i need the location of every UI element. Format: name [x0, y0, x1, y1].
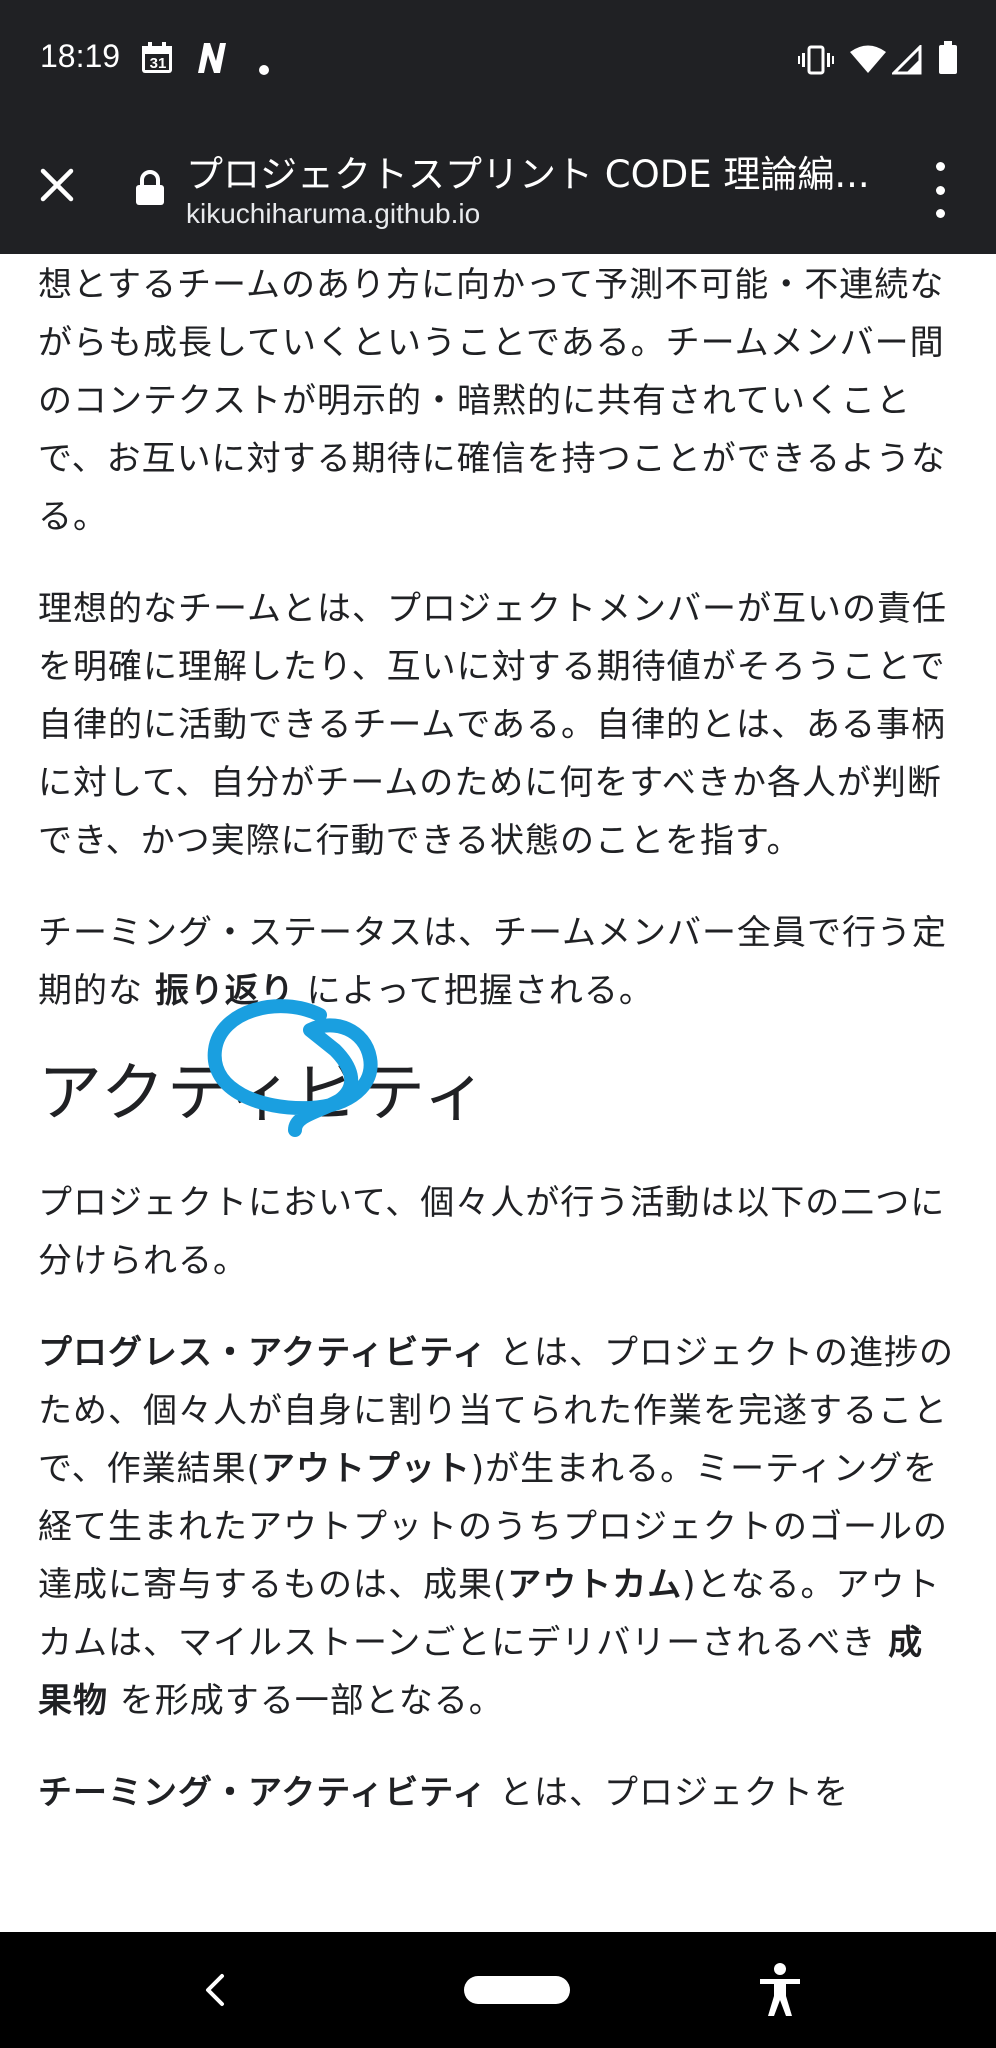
paragraph-4: プロジェクトにおいて、個々人が行う活動は以下の二つに分けられる。 [38, 1183, 946, 1281]
page-url[interactable]: kikuchiharuma.github.io [186, 198, 480, 230]
paragraph-6: チーミング・アクティビティ とは、プロジェクトを [38, 1764, 958, 1822]
screen: 18:19 31 プロジェクトスプリント CODE 理論編... kikuchi… [0, 0, 996, 2048]
back-icon[interactable] [196, 1968, 236, 2012]
paragraph-3: チーミング・ステータスは、チームメンバー全員で行う定期的な 振り返り によって把… [38, 904, 958, 1020]
vibrate-icon [798, 42, 834, 78]
outcome-term[interactable]: アウトカム [507, 1565, 682, 1605]
close-button[interactable] [32, 160, 82, 210]
furikaeri-link[interactable]: 振り返り [155, 971, 295, 1011]
home-pill-button[interactable] [464, 1976, 570, 2004]
wifi-icon [850, 42, 886, 78]
paragraph-5-text-d: を形成する一部となる。 [108, 1681, 504, 1721]
overflow-menu-button[interactable] [920, 162, 960, 218]
custom-tab-toolbar: プロジェクトスプリント CODE 理論編... kikuchiharuma.gi… [0, 120, 996, 254]
section-heading-activity: アクティビティ [38, 1057, 490, 1131]
calendar-day: 31 [149, 55, 167, 72]
paragraph-6-text-a: とは、プロジェクトを [487, 1773, 850, 1813]
signal-icon [892, 42, 922, 78]
paragraph-1: 想とするチームのあり方に向かって予測不可能・不連続ながらも成長していくということ… [38, 265, 946, 537]
paragraph-5: プログレス・アクティビティ とは、プロジェクトの進捗のため、個々人が自身に割り当… [38, 1324, 958, 1730]
more-vert-icon [935, 162, 945, 171]
lock-icon [136, 170, 164, 205]
article-content: 想とするチームのあり方に向かって予測不可能・不連続ながらも成長していくということ… [38, 256, 958, 1856]
accessibility-icon[interactable] [756, 1962, 804, 2018]
progress-activity-term[interactable]: プログレス・アクティビティ [38, 1333, 487, 1373]
teaming-activity-term[interactable]: チーミング・アクティビティ [38, 1773, 487, 1813]
system-navigation-bar [0, 1932, 996, 2048]
n-app-icon [194, 40, 230, 76]
status-time: 18:19 [40, 38, 121, 74]
paragraph-3-text-b: によって把握される。 [294, 971, 654, 1011]
battery-icon [938, 40, 958, 76]
status-bar: 18:19 31 [0, 0, 996, 120]
paragraph-2: 理想的なチームとは、プロジェクトメンバーが互いの責任を明確に理解したり、互いに対… [38, 589, 947, 861]
output-term[interactable]: アウトプット [261, 1449, 471, 1489]
close-icon [40, 168, 74, 202]
page-title[interactable]: プロジェクトスプリント CODE 理論編... [186, 144, 886, 198]
notification-dot-icon [258, 52, 270, 88]
